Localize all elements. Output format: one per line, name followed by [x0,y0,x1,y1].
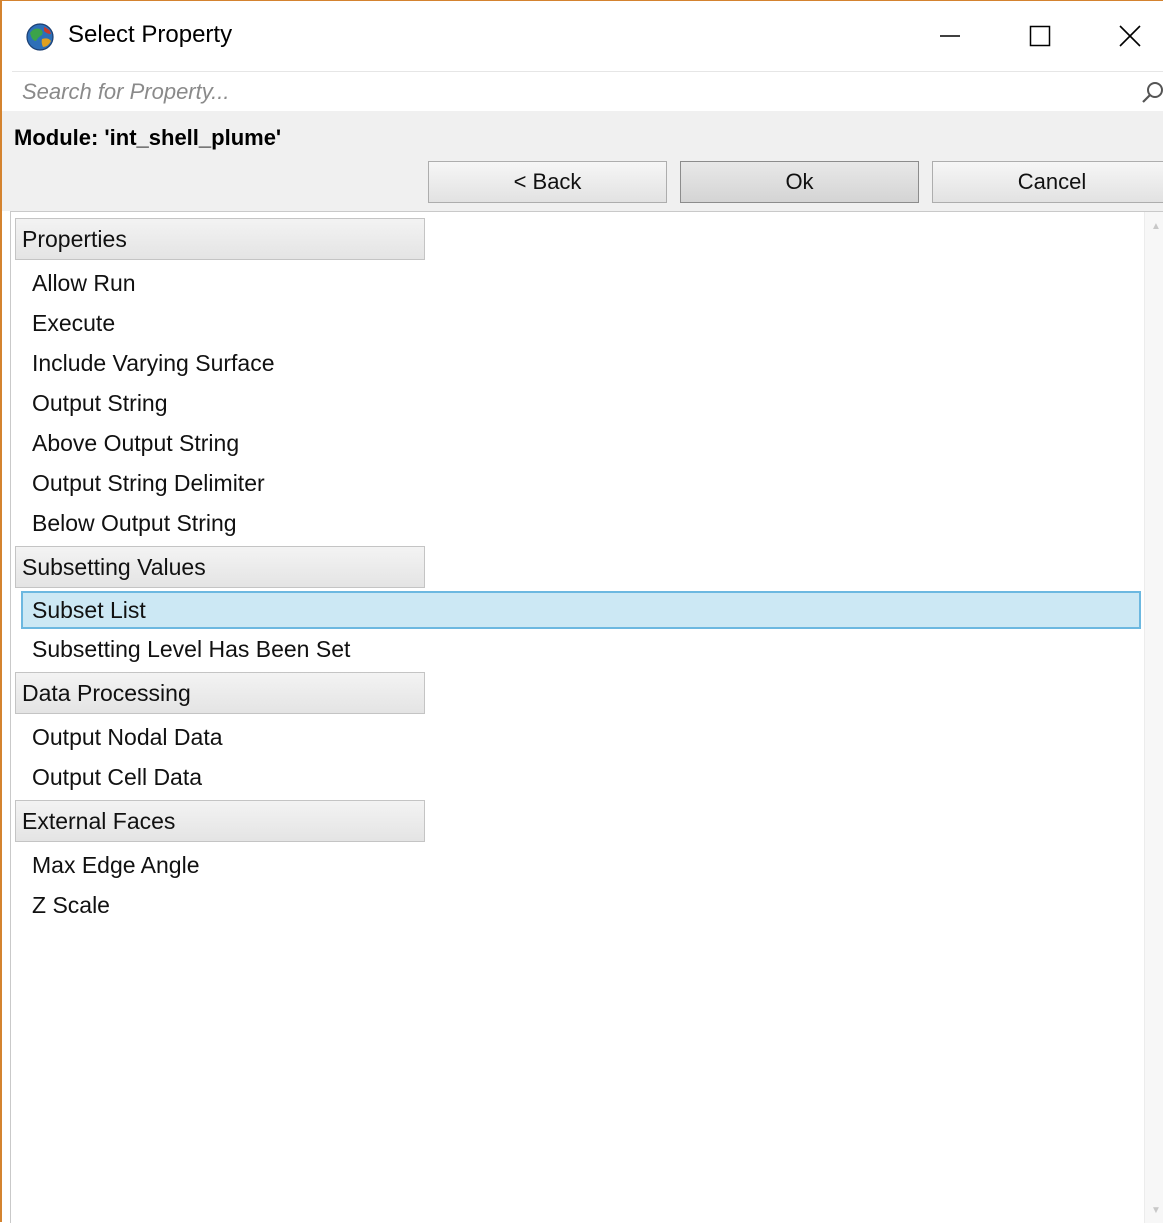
vertical-scrollbar[interactable]: ▲ ▼ [1144,212,1163,1223]
property-list: Properties Allow Run Execute Include Var… [10,211,1163,1223]
group-header-data-processing[interactable]: Data Processing [15,672,425,714]
list-item[interactable]: Below Output String [21,504,1141,542]
app-globe-icon [26,23,54,51]
list-item[interactable]: Output Nodal Data [21,718,1141,756]
scroll-down-icon[interactable]: ▼ [1149,1204,1163,1218]
back-button[interactable]: < Back [428,161,667,203]
list-item[interactable]: Allow Run [21,264,1141,302]
close-icon [1119,25,1141,47]
maximize-icon [1029,25,1051,47]
module-label: Module: 'int_shell_plume' [14,125,282,150]
minimize-button[interactable] [920,11,980,61]
select-property-window: Select Property Module: 'int_shell_plume… [0,0,1163,1223]
cancel-button[interactable]: Cancel [932,161,1163,203]
search-bar [12,71,1163,112]
search-input[interactable] [12,72,1132,112]
header-panel: Module: 'int_shell_plume' < Back Ok Canc… [2,111,1163,211]
list-item[interactable]: Max Edge Angle [21,846,1141,884]
ok-button[interactable]: Ok [680,161,919,203]
list-item[interactable]: Z Scale [21,886,1141,924]
close-button[interactable] [1100,11,1160,61]
list-item[interactable]: Subsetting Level Has Been Set [21,630,1141,668]
group-header-subsetting-values[interactable]: Subsetting Values [15,546,425,588]
list-item[interactable]: Output String [21,384,1141,422]
list-item[interactable]: Above Output String [21,424,1141,462]
list-item[interactable]: Include Varying Surface [21,344,1141,382]
scroll-up-icon[interactable]: ▲ [1149,220,1163,234]
search-icon[interactable] [1140,80,1163,106]
list-item[interactable]: Output Cell Data [21,758,1141,796]
group-header-external-faces[interactable]: External Faces [15,800,425,842]
title-bar[interactable]: Select Property [2,1,1163,69]
window-title: Select Property [68,21,233,48]
list-item[interactable]: Execute [21,304,1141,342]
maximize-button[interactable] [1010,11,1070,61]
list-item[interactable]: Output String Delimiter [21,464,1141,502]
group-header-properties[interactable]: Properties [15,218,425,260]
list-item-selected[interactable]: Subset List [21,591,1141,629]
minimize-icon [940,35,960,37]
